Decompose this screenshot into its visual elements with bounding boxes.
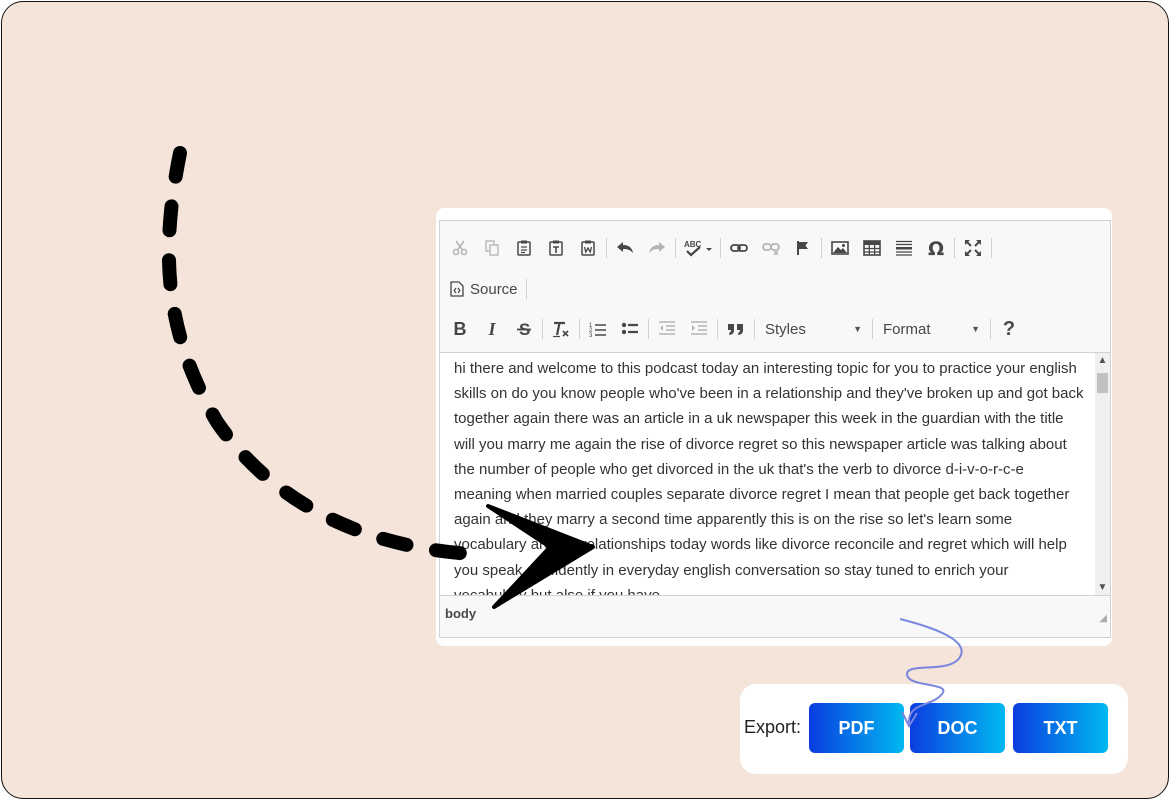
toolbar-row-3: B I S 123 Styles ▼ Format ▼ ? (444, 314, 1025, 344)
svg-text:Ω: Ω (928, 239, 944, 257)
toolbar-separator (525, 279, 527, 299)
special-character-icon[interactable]: Ω (920, 234, 952, 262)
source-icon (450, 281, 464, 297)
format-label: Format (883, 320, 931, 338)
numbered-list-icon[interactable]: 123 (582, 315, 614, 343)
styles-label: Styles (765, 320, 806, 338)
maximize-icon[interactable] (957, 234, 989, 262)
paste-word-icon[interactable] (572, 234, 604, 262)
toolbar-separator (648, 319, 649, 339)
strikethrough-icon[interactable]: S (508, 315, 540, 343)
copy-icon[interactable] (476, 234, 508, 262)
toolbar-separator (990, 319, 991, 339)
increase-indent-icon[interactable] (683, 315, 715, 343)
element-path[interactable]: body (445, 606, 476, 621)
toolbar-separator (675, 238, 676, 258)
export-label: Export: (744, 717, 802, 737)
anchor-flag-icon[interactable] (787, 234, 819, 262)
toolbar-separator (717, 319, 718, 339)
format-dropdown[interactable]: Format ▼ (875, 316, 988, 342)
caret-down-icon: ▼ (853, 324, 862, 334)
scrollbar-thumb[interactable] (1097, 373, 1108, 393)
scroll-down-icon[interactable]: ▼ (1095, 582, 1110, 593)
cut-icon[interactable] (444, 234, 476, 262)
toolbar-separator (606, 238, 607, 258)
table-icon[interactable] (856, 234, 888, 262)
source-label: Source (470, 280, 518, 298)
dashed-curve-arrow-icon (161, 146, 479, 561)
image-icon[interactable] (824, 234, 856, 262)
canvas-frame: ABC Ω Source B I S 1 2 3 Styles ▼ Format… (1, 1, 1169, 799)
italic-icon[interactable]: I (476, 315, 508, 343)
toolbar-separator (754, 319, 755, 339)
vertical-scrollbar[interactable]: ▲ ▼ (1095, 352, 1110, 595)
toolbar-separator (542, 319, 543, 339)
toolbar-separator (821, 238, 822, 258)
editor-status-bar: body ◢ (440, 595, 1110, 630)
export-txt-button[interactable]: TXT (1013, 703, 1108, 753)
paste-icon[interactable] (508, 234, 540, 262)
unlink-icon[interactable] (755, 234, 787, 262)
export-doc-button[interactable]: DOC (910, 703, 1005, 753)
horizontal-line-icon[interactable] (888, 234, 920, 262)
toolbar-separator (991, 238, 992, 258)
bold-icon[interactable]: B (444, 315, 476, 343)
blockquote-icon[interactable] (720, 315, 752, 343)
toolbar-separator (954, 238, 955, 258)
editor-text: hi there and welcome to this podcast tod… (454, 360, 1084, 595)
editor-content-area[interactable]: hi there and welcome to this podcast tod… (440, 352, 1095, 595)
toolbar-row-2: Source (444, 274, 529, 304)
help-icon[interactable]: ? (993, 315, 1025, 343)
link-icon[interactable] (723, 234, 755, 262)
export-panel: Export: PDF DOC TXT (740, 684, 1128, 774)
svg-text:3: 3 (589, 333, 593, 337)
spellcheck-icon[interactable]: ABC (678, 234, 718, 262)
rich-text-editor: ABC Ω Source B I S 1 2 3 Styles ▼ Format… (436, 208, 1112, 646)
toolbar-separator (872, 319, 873, 339)
editor-box: ABC Ω Source B I S 1 2 3 Styles ▼ Format… (439, 220, 1111, 638)
resize-handle-icon[interactable]: ◢ (1099, 613, 1107, 624)
redo-icon[interactable] (641, 234, 673, 262)
caret-down-icon: ▼ (971, 324, 980, 334)
paste-text-icon[interactable] (540, 234, 572, 262)
decrease-indent-icon[interactable] (651, 315, 683, 343)
styles-dropdown[interactable]: Styles ▼ (757, 316, 870, 342)
remove-format-icon[interactable] (545, 315, 577, 343)
toolbar-row-1: ABC Ω (444, 233, 994, 263)
undo-icon[interactable] (609, 234, 641, 262)
toolbar-separator (720, 238, 721, 258)
bulleted-list-icon[interactable] (614, 315, 646, 343)
export-pdf-button[interactable]: PDF (809, 703, 904, 753)
toolbar-separator (579, 319, 580, 339)
scroll-up-icon[interactable]: ▲ (1095, 355, 1110, 366)
source-button[interactable]: Source (444, 275, 524, 303)
